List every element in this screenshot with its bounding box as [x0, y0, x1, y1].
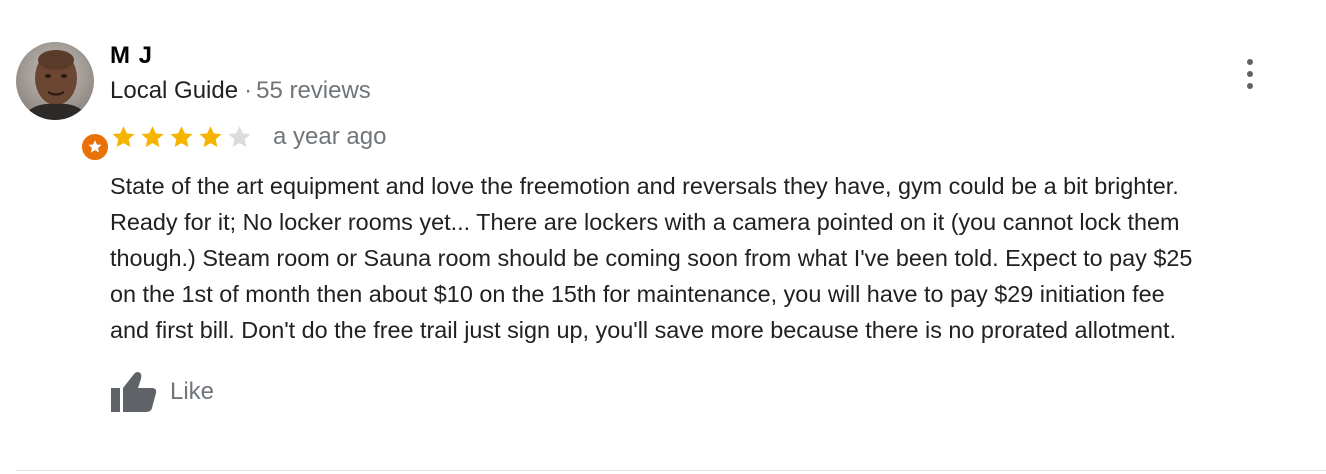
review-text-line: and first bill. Don't do the free trail … — [110, 317, 1176, 343]
review-text-line: State of the art equipment and love the … — [110, 173, 1179, 199]
review-card: M J Local Guide · 55 reviews a year ago St… — [0, 0, 1326, 474]
author-level[interactable]: Local Guide — [110, 77, 238, 104]
star-filled-icon — [170, 125, 193, 147]
star-filled-icon — [141, 125, 164, 147]
review-count[interactable]: 55 reviews — [256, 77, 371, 104]
menu-dot — [1247, 71, 1253, 77]
review-text-line: on the 1st of month then about $10 on th… — [110, 281, 1165, 307]
review-text-line: though.) Steam room or Sauna room should… — [110, 245, 1193, 271]
avatar[interactable] — [16, 42, 110, 162]
avatar-photo — [16, 42, 94, 120]
menu-dot — [1247, 83, 1253, 89]
review-date: a year ago — [273, 123, 387, 150]
author-name[interactable]: M J — [110, 41, 153, 71]
review-text-line: Ready for it; No locker rooms yet... The… — [110, 209, 1180, 235]
like-label: Like — [170, 378, 215, 405]
local-guide-badge — [80, 132, 110, 162]
rating-row: a year ago — [110, 121, 386, 153]
menu-dot — [1247, 59, 1253, 65]
star-filled-icon — [199, 125, 222, 147]
star-filled-icon — [112, 125, 135, 147]
thumb-up-icon — [111, 372, 157, 412]
meta-separator: · — [244, 77, 253, 104]
divider — [16, 470, 1326, 471]
author-meta: Local Guide · 55 reviews — [110, 76, 371, 106]
more-vert-icon[interactable] — [1232, 54, 1268, 94]
like-button[interactable]: Like — [110, 370, 214, 414]
review-text: State of the art equipment and love the … — [110, 168, 1320, 348]
local-guide-star-icon — [88, 140, 102, 153]
star-empty-icon — [228, 125, 251, 147]
star-rating — [110, 124, 255, 151]
